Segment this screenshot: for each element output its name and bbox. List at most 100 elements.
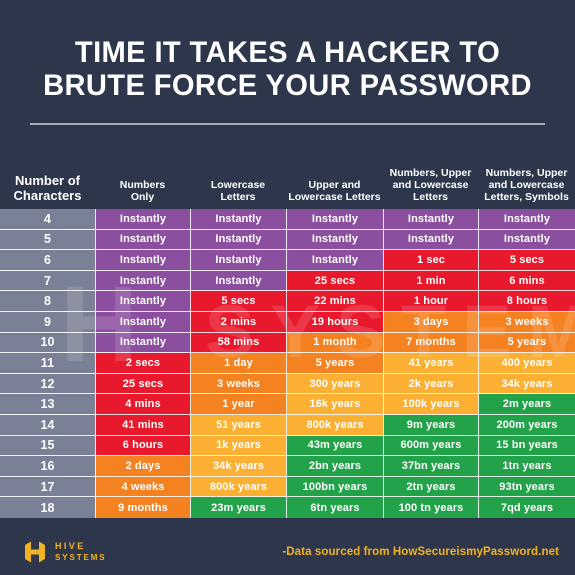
column-header-line: Lowercase Letters xyxy=(288,191,381,203)
crack-time-cell: 15 bn years xyxy=(478,435,575,457)
crack-time-cell: 22 mins xyxy=(286,291,383,312)
char-count-cell: 18 xyxy=(0,497,95,518)
table-header-row: Number of Characters Numbers Only Lowercase L… xyxy=(0,145,575,209)
column-header-0: Number of Characters xyxy=(0,173,95,203)
crack-time-cell: 3 weeks xyxy=(190,373,286,395)
crack-time-cell: 2tn years xyxy=(383,476,478,498)
crack-time-cell: 58 mins xyxy=(190,332,286,354)
char-count-cell: 16 xyxy=(0,456,95,477)
crack-time-cell: Instantly xyxy=(95,229,190,251)
crack-time-cell: 2 secs xyxy=(95,353,190,374)
table-row: 18 9 months 23m years 6tn years 100 tn years… xyxy=(0,497,575,518)
footer: HIVE SYSTEMS -Data sourced from HowSecur… xyxy=(0,529,575,575)
crack-time-cell: 4 mins xyxy=(95,394,190,415)
crack-time-cell: 5 secs xyxy=(190,291,286,312)
crack-time-cell: Instantly xyxy=(95,291,190,312)
char-count-cell: 13 xyxy=(0,394,95,415)
table-row: 5 Instantly Instantly Instantly Instantly Ins… xyxy=(0,229,575,251)
crack-time-cell: 51 years xyxy=(190,414,286,436)
crack-time-cell: 37bn years xyxy=(383,456,478,477)
crack-time-cell: 3 weeks xyxy=(478,311,575,333)
crack-time-cell: 3 days xyxy=(383,311,478,333)
crack-time-cell: 41 years xyxy=(383,353,478,374)
char-count-cell: 12 xyxy=(0,373,95,395)
char-count-cell: 4 xyxy=(0,209,95,230)
crack-time-cell: 2k years xyxy=(383,373,478,395)
logo-wordmark: HIVE SYSTEMS xyxy=(55,541,107,563)
crack-time-cell: 25 secs xyxy=(286,270,383,292)
crack-time-cell: 4 weeks xyxy=(95,476,190,498)
table-row: 11 2 secs 1 day 5 years 41 years 400 years xyxy=(0,353,575,374)
password-crack-time-table: Number of Characters Numbers Only Lowercase L… xyxy=(0,145,575,518)
column-header-line: Characters xyxy=(13,188,82,203)
crack-time-cell: 6 hours xyxy=(95,435,190,457)
crack-time-cell: Instantly xyxy=(95,311,190,333)
column-header-line: Only xyxy=(130,191,155,203)
table-row: 13 4 mins 1 year 16k years 100k years 2m year… xyxy=(0,394,575,415)
column-header-line: Lowercase xyxy=(210,179,266,191)
crack-time-cell: 6tn years xyxy=(286,497,383,518)
crack-time-cell: Instantly xyxy=(95,250,190,271)
char-count-cell: 8 xyxy=(0,291,95,312)
column-header-line: Numbers xyxy=(119,179,166,191)
column-header-line: Letters xyxy=(220,191,256,203)
table-row: 4 Instantly Instantly Instantly Instantly Ins… xyxy=(0,209,575,230)
table-row: 8 Instantly 5 secs 22 mins 1 hour 8 hours xyxy=(0,291,575,312)
column-header-line: and Lowercase xyxy=(488,179,565,191)
crack-time-cell: 1tn years xyxy=(478,456,575,477)
crack-time-cell: 2m years xyxy=(478,394,575,415)
column-header-line: and Lowercase xyxy=(392,179,469,191)
hive-hexagon-h-logo-icon xyxy=(22,538,48,566)
crack-time-cell: 9m years xyxy=(383,414,478,436)
table-row: 6 Instantly Instantly Instantly 1 sec 5 secs xyxy=(0,250,575,271)
table-row: 17 4 weeks 800k years 100bn years 2tn years 9… xyxy=(0,476,575,498)
crack-time-cell: 23m years xyxy=(190,497,286,518)
title-line-1: TIME IT TAKES A HACKER TO xyxy=(74,36,501,69)
crack-time-cell: 34k years xyxy=(190,456,286,477)
crack-time-cell: 100bn years xyxy=(286,476,383,498)
table-row: 16 2 days 34k years 2bn years 37bn years 1tn … xyxy=(0,456,575,477)
crack-time-cell: 100k years xyxy=(383,394,478,415)
char-count-cell: 15 xyxy=(0,435,95,457)
crack-time-cell: 1k years xyxy=(190,435,286,457)
column-header-5: Numbers, Upper and Lowercase Letters, Symb… xyxy=(478,167,575,203)
char-count-cell: 5 xyxy=(0,229,95,251)
column-header-line: Letters xyxy=(412,191,448,203)
crack-time-cell: 34k years xyxy=(478,373,575,395)
crack-time-cell: 16k years xyxy=(286,394,383,415)
crack-time-cell: 7qd years xyxy=(478,497,575,518)
column-header-2: Lowercase Letters xyxy=(190,179,286,203)
infographic-root: TIME IT TAKES A HACKER TO BRUTE FORCE YO… xyxy=(0,0,575,575)
crack-time-cell: 800k years xyxy=(286,414,383,436)
column-header-line: Numbers, Upper xyxy=(485,167,568,179)
crack-time-cell: Instantly xyxy=(286,250,383,271)
char-count-cell: 9 xyxy=(0,311,95,333)
crack-time-cell: 43m years xyxy=(286,435,383,457)
column-header-line: Upper and xyxy=(308,179,361,191)
logo-text-hive: HIVE xyxy=(55,541,86,551)
char-count-cell: 17 xyxy=(0,476,95,498)
page-title: TIME IT TAKES A HACKER TO BRUTE FORCE YO… xyxy=(0,0,575,125)
char-count-cell: 7 xyxy=(0,270,95,292)
table-body: 4 Instantly Instantly Instantly Instantly Ins… xyxy=(0,209,575,518)
crack-time-cell: 400 years xyxy=(478,353,575,374)
crack-time-cell: 1 year xyxy=(190,394,286,415)
column-header-line: Number of xyxy=(15,173,80,188)
crack-time-cell: 600m years xyxy=(383,435,478,457)
crack-time-cell: 2 mins xyxy=(190,311,286,333)
crack-time-cell: Instantly xyxy=(95,270,190,292)
char-count-cell: 11 xyxy=(0,353,95,374)
crack-time-cell: Instantly xyxy=(95,209,190,230)
title-divider xyxy=(30,123,545,125)
crack-time-cell: 200m years xyxy=(478,414,575,436)
crack-time-cell: 1 hour xyxy=(383,291,478,312)
crack-time-cell: 5 years xyxy=(478,332,575,354)
crack-time-cell: 93tn years xyxy=(478,476,575,498)
crack-time-cell: 41 mins xyxy=(95,414,190,436)
crack-time-cell: 800k years xyxy=(190,476,286,498)
crack-time-cell: Instantly xyxy=(190,229,286,251)
column-header-4: Numbers, Upper and Lowercase Letters xyxy=(383,167,478,203)
crack-time-cell: 1 month xyxy=(286,332,383,354)
crack-time-cell: 100 tn years xyxy=(383,497,478,518)
crack-time-cell: Instantly xyxy=(383,209,478,230)
